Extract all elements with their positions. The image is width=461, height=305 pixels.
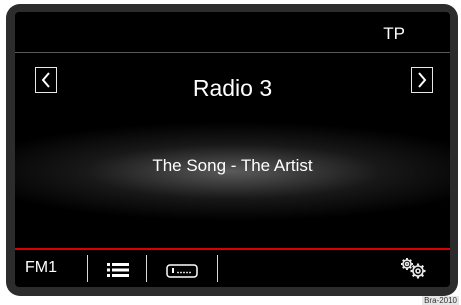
gears-icon[interactable] [398, 256, 428, 280]
status-bar: TP [15, 12, 450, 52]
image-code-label: Bra-2010 [422, 296, 459, 305]
status-separator [15, 52, 450, 53]
chevron-right-icon [418, 72, 427, 88]
now-playing-text: The Song - The Artist [152, 156, 313, 175]
toolbar-divider [87, 255, 88, 282]
list-icon[interactable] [107, 262, 129, 278]
toolbar-divider [146, 255, 147, 282]
station-name: Radio 3 [192, 75, 273, 101]
radio-screen: TP Radio 3 The Song - The Artist FM1 [15, 12, 450, 287]
next-station-button[interactable] [411, 67, 433, 93]
bottom-toolbar: FM1 [15, 250, 450, 287]
toolbar-divider [217, 255, 218, 282]
band-button[interactable]: FM1 [25, 259, 57, 277]
tp-indicator: TP [383, 24, 405, 43]
radiotext-icon[interactable] [166, 264, 198, 278]
